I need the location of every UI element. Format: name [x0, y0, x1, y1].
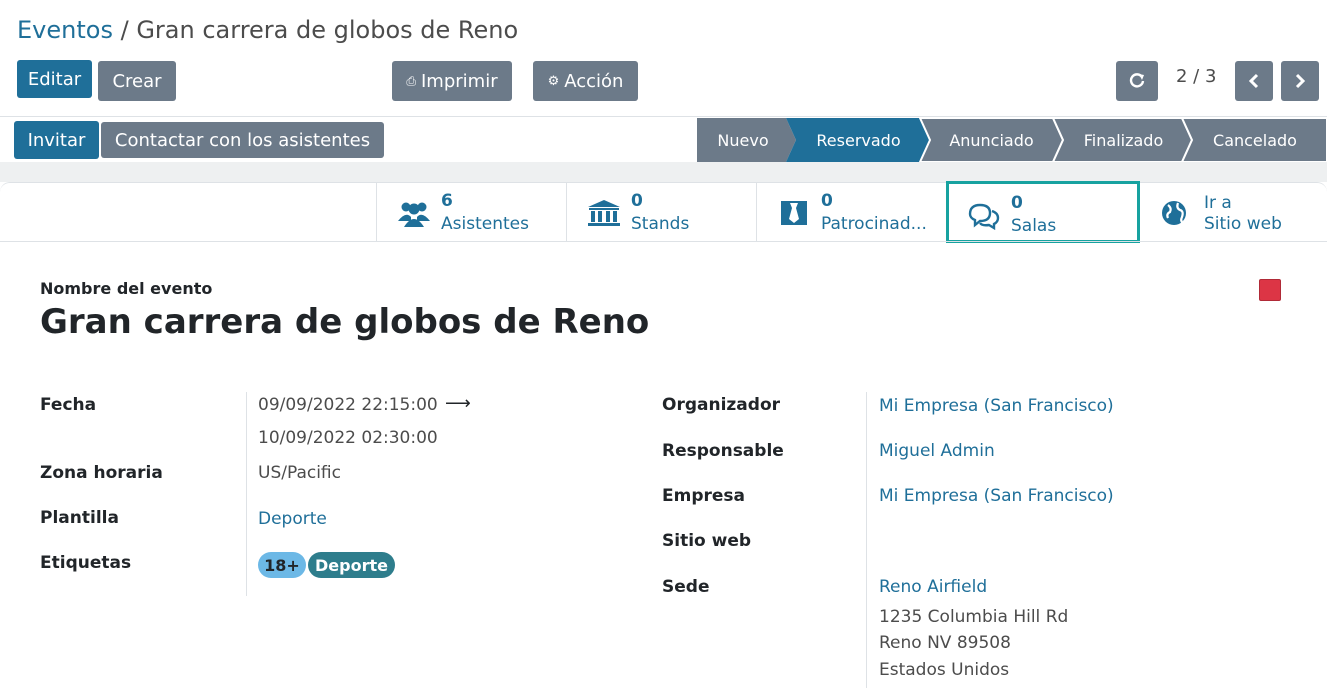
sponsors-button[interactable]: 0 Patrocinad... — [756, 183, 946, 241]
stands-button[interactable]: 0 Stands — [566, 183, 756, 241]
breadcrumb-current: Gran carrera de globos de Reno — [136, 16, 519, 44]
rooms-label: Salas — [1011, 216, 1057, 236]
refresh-icon — [1129, 73, 1145, 88]
responsible-link[interactable]: Miguel Admin — [879, 441, 995, 461]
stage-nuevo[interactable]: Nuevo — [697, 118, 789, 162]
date-start[interactable]: 09/09/2022 22:15:00 — [258, 395, 438, 415]
stage-anunciado[interactable]: Anunciado — [928, 118, 1055, 162]
website-button[interactable]: Ir a Sitio web — [1140, 183, 1327, 241]
template-link[interactable]: Deporte — [258, 509, 327, 529]
right-group-divider — [866, 392, 867, 688]
globe-icon — [1162, 201, 1186, 225]
chevron-left-icon — [1248, 73, 1259, 89]
stage-cancelado[interactable]: Cancelado — [1190, 118, 1320, 162]
venue-label: Sede — [662, 577, 710, 597]
statusbar-divider — [0, 162, 1327, 182]
print-label: Imprimir — [421, 70, 498, 92]
statusbar-top-border — [0, 116, 1327, 117]
invite-button[interactable]: Invitar — [14, 121, 99, 159]
stage-finalizado[interactable]: Finalizado — [1060, 118, 1187, 162]
attendees-count: 6 — [441, 191, 453, 211]
sponsor-icon — [781, 201, 807, 225]
pager-value[interactable]: 2 / 3 — [1176, 66, 1216, 87]
venue-address-line: Estados Unidos — [879, 660, 1010, 680]
next-button[interactable] — [1281, 61, 1319, 101]
breadcrumb-separator: / — [120, 16, 129, 44]
edit-button[interactable]: Editar — [17, 60, 92, 98]
left-group-divider — [246, 392, 247, 596]
gear-icon: ⚙ — [547, 73, 560, 89]
timezone-value[interactable]: US/Pacific — [258, 463, 341, 483]
tag-badge[interactable]: 18+ — [258, 552, 306, 578]
sponsors-count: 0 — [821, 191, 833, 211]
venue-address-line: 1235 Columbia Hill Rd — [879, 607, 1069, 627]
attendees-button[interactable]: 6 Asistentes — [376, 183, 566, 241]
date-end[interactable]: 10/09/2022 02:30:00 — [258, 428, 438, 448]
print-button[interactable]: ⎙ Imprimir — [392, 61, 512, 101]
stage-reservado[interactable]: Reservado — [795, 118, 922, 162]
action-button[interactable]: ⚙ Acción — [533, 61, 638, 101]
contact-attendees-button[interactable]: Contactar con los asistentes — [101, 122, 384, 158]
bank-icon — [588, 200, 620, 226]
create-button[interactable]: Crear — [98, 61, 176, 101]
event-name-label: Nombre del evento — [40, 279, 213, 298]
arrow-right-icon: ⟶ — [445, 393, 471, 414]
tag-badge[interactable]: Deporte — [308, 552, 395, 578]
previous-button[interactable] — [1235, 61, 1273, 101]
tags-label: Etiquetas — [40, 553, 132, 573]
event-name: Gran carrera de globos de Reno — [40, 302, 650, 342]
template-label: Plantilla — [40, 508, 119, 528]
breadcrumb-parent-link[interactable]: Eventos — [17, 16, 113, 44]
breadcrumb: Eventos / Gran carrera de globos de Reno — [17, 14, 518, 46]
stands-count: 0 — [631, 191, 643, 211]
company-label: Empresa — [662, 486, 745, 506]
form-sheet — [0, 182, 1327, 689]
website-field-label: Sitio web — [662, 531, 752, 551]
chat-icon — [968, 203, 1000, 230]
responsible-label: Responsable — [662, 441, 784, 461]
users-icon — [398, 202, 430, 227]
action-label: Acción — [564, 70, 624, 92]
color-picker[interactable] — [1259, 279, 1281, 301]
website-line2: Sitio web — [1204, 214, 1282, 234]
chevron-right-icon — [1295, 73, 1306, 89]
date-label: Fecha — [40, 395, 97, 415]
venue-address-line: Reno NV 89508 — [879, 633, 1011, 653]
attendees-label: Asistentes — [441, 214, 529, 234]
rooms-button[interactable]: 0 Salas — [946, 181, 1140, 243]
venue-link[interactable]: Reno Airfield — [879, 577, 987, 597]
organizer-label: Organizador — [662, 395, 781, 415]
stands-label: Stands — [631, 214, 690, 234]
sponsors-label: Patrocinad... — [821, 214, 927, 234]
rooms-count: 0 — [1011, 193, 1023, 213]
reload-button[interactable] — [1116, 61, 1158, 101]
website-line1: Ir a — [1204, 193, 1232, 213]
print-icon: ⎙ — [406, 73, 416, 88]
organizer-link[interactable]: Mi Empresa (San Francisco) — [879, 396, 1114, 416]
button-box-border — [0, 241, 1327, 242]
timezone-label: Zona horaria — [40, 463, 163, 483]
company-link[interactable]: Mi Empresa (San Francisco) — [879, 486, 1114, 506]
